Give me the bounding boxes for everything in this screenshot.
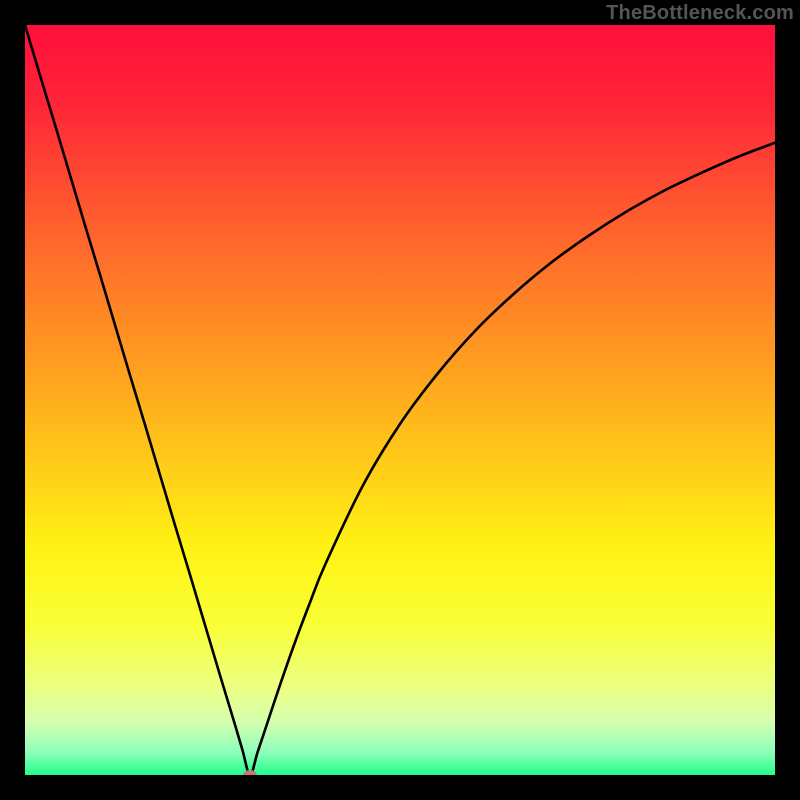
curve-path [25, 25, 775, 775]
bottleneck-curve [25, 25, 775, 775]
minimum-marker [243, 770, 257, 775]
bottleneck-chart: TheBottleneck.com [0, 0, 800, 800]
plot-area [25, 25, 775, 775]
watermark-text: TheBottleneck.com [606, 2, 794, 25]
